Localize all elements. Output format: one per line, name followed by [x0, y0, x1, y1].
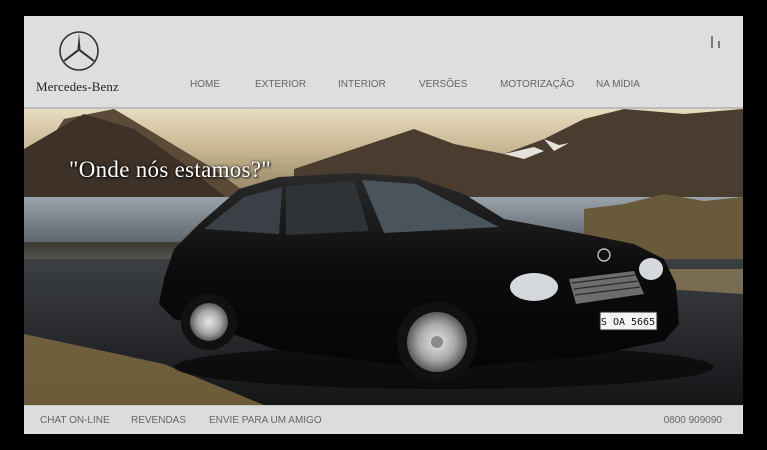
- nav-home[interactable]: HOME: [190, 79, 220, 90]
- header: Mercedes-Benz HOME EXTERIOR INTERIOR VER…: [24, 16, 743, 107]
- nav-na-midia[interactable]: NA MÍDIA: [596, 79, 640, 90]
- sound-toggle-icon[interactable]: [711, 34, 723, 48]
- nav-exterior[interactable]: EXTERIOR: [255, 79, 306, 90]
- nav-motorizacao[interactable]: MOTORIZAÇÃO: [500, 79, 574, 90]
- hero-banner: S OA 5665 "Onde nós estamos?": [24, 109, 743, 405]
- main-nav: HOME EXTERIOR INTERIOR VERSÕES MOTORIZAÇ…: [24, 79, 743, 93]
- footer: CHAT ON-LINE REVENDAS ENVIE PARA UM AMIG…: [24, 405, 743, 434]
- nav-versoes[interactable]: VERSÕES: [419, 79, 467, 90]
- hero-photo: S OA 5665: [24, 109, 743, 405]
- mercedes-star-logo[interactable]: [58, 30, 100, 72]
- license-plate-text: S OA 5665: [601, 317, 655, 328]
- footer-revendas-link[interactable]: REVENDAS: [131, 415, 186, 426]
- footer-phone-number: 0800 909090: [663, 415, 722, 426]
- footer-chat-online-link[interactable]: CHAT ON-LINE: [40, 415, 110, 426]
- hero-headline: "Onde nós estamos?": [69, 157, 272, 182]
- footer-send-to-friend-link[interactable]: ENVIE PARA UM AMIGO: [209, 415, 322, 426]
- site-frame: Mercedes-Benz HOME EXTERIOR INTERIOR VER…: [24, 16, 743, 434]
- nav-interior[interactable]: INTERIOR: [338, 79, 386, 90]
